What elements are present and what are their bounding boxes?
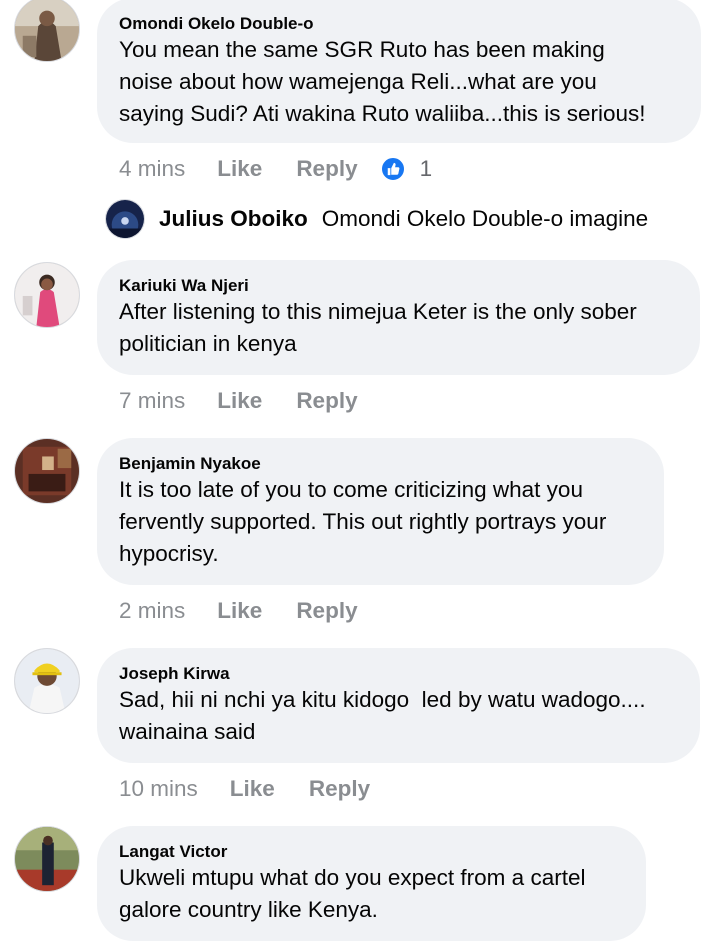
reply-preview[interactable]: Julius Oboiko Omondi Okelo Double-o imag…: [105, 199, 648, 239]
comment-timestamp[interactable]: 7 mins: [119, 388, 185, 414]
comment-bubble: Langat Victor Ukweli mtupu what do you e…: [97, 826, 646, 941]
comment-bubble: Kariuki Wa Njeri After listening to this…: [97, 260, 700, 375]
reply-text: Omondi Okelo Double-o imagine: [321, 206, 649, 231]
comment-bubble: Omondi Okelo Double-o You mean the same …: [97, 0, 701, 143]
comment-text: You mean the same SGR Ruto has been maki…: [119, 37, 646, 126]
avatar[interactable]: [14, 826, 80, 892]
comment-author[interactable]: Omondi Okelo Double-o: [119, 14, 677, 34]
comment-actions: 10 mins Like Reply: [119, 774, 404, 804]
comment-author[interactable]: Benjamin Nyakoe: [119, 454, 640, 474]
reply-button[interactable]: Reply: [296, 388, 357, 414]
comment-text: Sad, hii ni nchi ya kitu kidogo led by w…: [119, 687, 646, 744]
comment-timestamp[interactable]: 10 mins: [119, 776, 198, 802]
like-button[interactable]: Like: [217, 598, 262, 624]
reply-button[interactable]: Reply: [296, 156, 357, 182]
comment-timestamp[interactable]: 2 mins: [119, 598, 185, 624]
reply-author[interactable]: Julius Oboiko: [159, 206, 308, 232]
comment-actions: 2 mins Like Reply: [119, 596, 392, 626]
comment-author[interactable]: Joseph Kirwa: [119, 664, 676, 684]
comment-actions: 4 mins Like Reply 1: [119, 154, 432, 184]
comment-timestamp[interactable]: 4 mins: [119, 156, 185, 182]
like-button[interactable]: Like: [217, 156, 262, 182]
comment-text: After listening to this nimejua Keter is…: [119, 299, 637, 356]
thumbs-up-icon[interactable]: [379, 156, 406, 182]
comment-actions: 7 mins Like Reply: [119, 386, 392, 416]
comment-bubble: Benjamin Nyakoe It is too late of you to…: [97, 438, 664, 585]
avatar[interactable]: [14, 262, 80, 328]
like-button[interactable]: Like: [217, 388, 262, 414]
like-button[interactable]: Like: [230, 776, 275, 802]
comment-bubble: Joseph Kirwa Sad, hii ni nchi ya kitu ki…: [97, 648, 700, 763]
reaction-count[interactable]: 1: [420, 156, 433, 182]
avatar[interactable]: [14, 648, 80, 714]
comment-text: It is too late of you to come criticizin…: [119, 477, 607, 566]
reply-button[interactable]: Reply: [309, 776, 370, 802]
reply-button[interactable]: Reply: [296, 598, 357, 624]
avatar[interactable]: [105, 199, 145, 239]
avatar[interactable]: [14, 0, 80, 62]
avatar[interactable]: [14, 438, 80, 504]
comment-author[interactable]: Langat Victor: [119, 842, 622, 862]
comment-text: Ukweli mtupu what do you expect from a c…: [119, 865, 586, 922]
comment-author[interactable]: Kariuki Wa Njeri: [119, 276, 676, 296]
